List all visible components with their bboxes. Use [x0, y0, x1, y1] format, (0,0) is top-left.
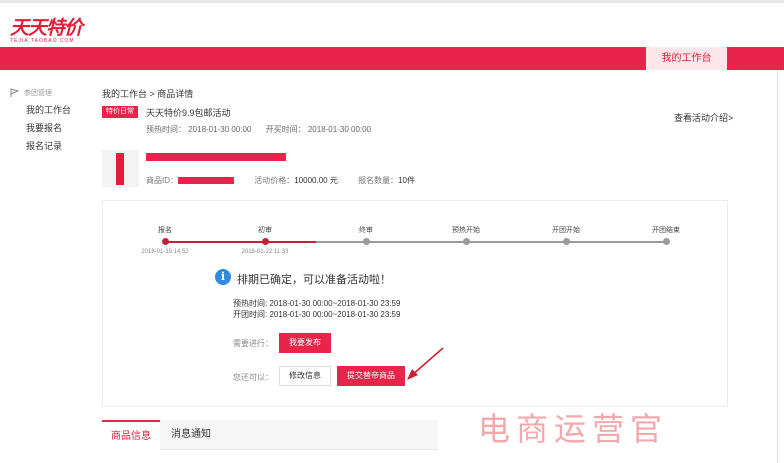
- price-value: 10000.00 元: [294, 176, 338, 185]
- progress-line-segment: [566, 241, 666, 243]
- progress-panel: 报名 2018-01-19 14:52 初审 2018-01-22 11:33 终审 预热…: [102, 200, 728, 407]
- step-dot: [162, 238, 169, 245]
- logo-text: 天天特价: [10, 17, 83, 39]
- site-logo[interactable]: 天天特价 TEJIA.TAOBAO.COM: [10, 17, 83, 44]
- schedule-times: 预热时间: 2018-01-30 00:00~2018-01-30 23:59 …: [233, 298, 400, 320]
- flag-icon: [10, 88, 20, 97]
- step-dot: [463, 238, 470, 245]
- step-label: 终审: [359, 227, 373, 234]
- edit-info-button[interactable]: 修改信息: [279, 366, 331, 386]
- product-name-redacted[interactable]: [146, 153, 286, 161]
- step-dot: [563, 238, 570, 245]
- breadcrumb: 我的工作台 > 商品详情: [102, 89, 194, 99]
- step-label: 报名: [158, 227, 172, 234]
- schedule-preheat: 预热时间: 2018-01-30 00:00~2018-01-30 23:59: [233, 299, 401, 308]
- activity-tag: 特价日常: [102, 106, 138, 118]
- arrow-annotation-icon: [407, 347, 444, 380]
- price-label: 活动价格：: [254, 176, 295, 185]
- content-border: [777, 70, 778, 463]
- step-time: 2018-01-19 14:52: [141, 249, 189, 255]
- step-time: 2018-01-22 11:33: [241, 249, 289, 255]
- product-id-label: 商品ID：: [146, 176, 178, 185]
- sidebar-item-signup[interactable]: 我要报名: [26, 122, 71, 134]
- progress-line-active: [265, 241, 316, 243]
- sidebar-item-workbench[interactable]: 我的工作台: [26, 104, 71, 116]
- step-label: 预热开始: [452, 227, 480, 234]
- workbench-tab[interactable]: 我的工作台: [646, 47, 727, 70]
- thumbnail-redaction: [116, 153, 124, 185]
- activity-times: 预热时间： 2018-01-30 00:00 开买时间： 2018-01-30 …: [146, 124, 383, 135]
- sidebar-heading: 参团管理: [10, 88, 71, 98]
- status-message: 排期已确定，可以准备活动啦！: [237, 274, 391, 286]
- step-label: 开团结束: [652, 227, 680, 234]
- activity-title: 天天特价9.9包邮活动: [146, 108, 231, 118]
- sidebar: 参团管理 我的工作台 我要报名 报名记录: [10, 88, 71, 152]
- progress-line-segment: [466, 241, 566, 243]
- also-label: 您还可以：: [233, 373, 273, 382]
- need-label: 需要进行：: [233, 339, 273, 348]
- step-dot: [663, 238, 670, 245]
- product-thumbnail[interactable]: [102, 150, 139, 187]
- submit-substitute-button[interactable]: 提交替帝商品: [337, 366, 405, 386]
- schedule-open: 开团时间: 2018-01-30 00:00~2018-01-30 23:59: [233, 310, 401, 319]
- preheat-time: 预热时间： 2018-01-30 00:00: [146, 125, 252, 134]
- quantity-value: 10件: [398, 176, 415, 185]
- step-dot: [262, 238, 269, 245]
- info-icon: i: [215, 269, 231, 285]
- view-activity-link[interactable]: 查看活动介绍>: [674, 111, 733, 124]
- sidebar-heading-label: 参团管理: [24, 90, 52, 97]
- step-dot: [363, 238, 370, 245]
- quantity-label: 报名数量：: [358, 176, 399, 185]
- product-meta: 商品ID： 活动价格：10000.00 元 报名数量：10件: [146, 175, 433, 186]
- publish-button[interactable]: 我要发布: [279, 333, 331, 353]
- detail-tabs: 商品信息 消息通知: [102, 420, 438, 450]
- tab-product-info[interactable]: 商品信息: [102, 420, 160, 450]
- progress-line-segment: [165, 241, 265, 243]
- product-id-redacted: [178, 177, 234, 185]
- logo-subtext: TEJIA.TAOBAO.COM: [10, 38, 75, 44]
- watermark: 电商运营官: [478, 410, 669, 448]
- open-time: 开买时间： 2018-01-30 00:00: [265, 125, 372, 134]
- top-divider: [0, 0, 784, 3]
- progress-steps: 报名 2018-01-19 14:52 初审 2018-01-22 11:33 终审 预热…: [103, 201, 729, 261]
- step-label: 初审: [258, 227, 272, 234]
- sidebar-item-records[interactable]: 报名记录: [26, 140, 71, 152]
- progress-line-segment: [366, 241, 466, 243]
- tab-notifications[interactable]: 消息通知: [160, 420, 222, 450]
- step-label: 开团开始: [552, 227, 580, 234]
